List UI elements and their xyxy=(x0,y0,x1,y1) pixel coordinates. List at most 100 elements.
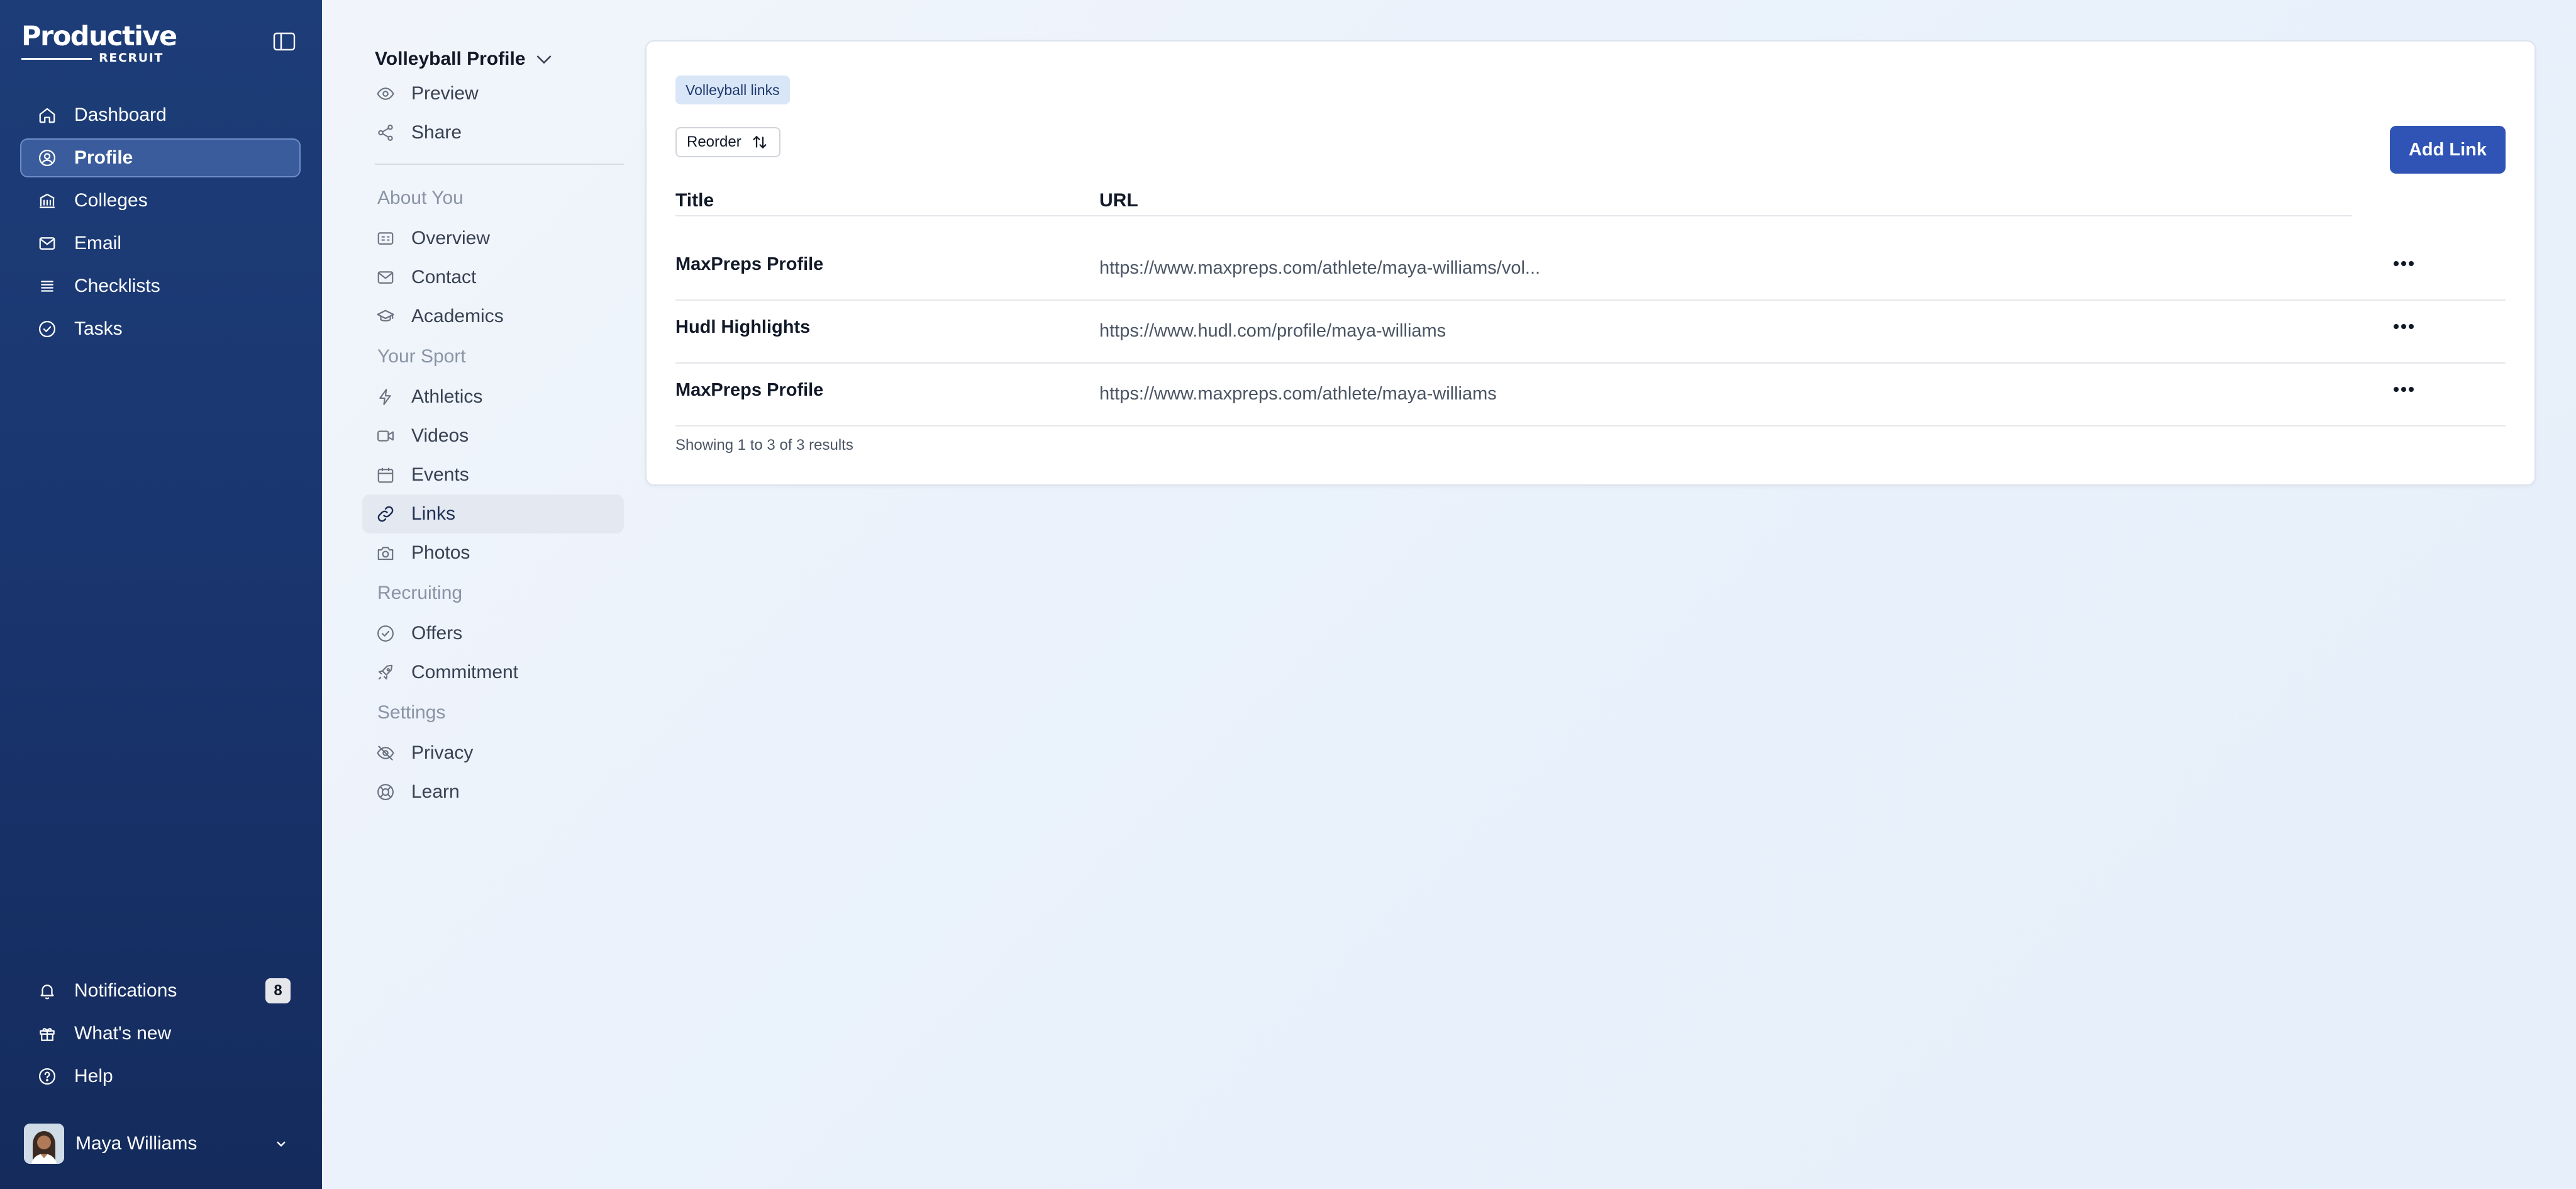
subnav-item-label: Preview xyxy=(411,83,479,104)
section-tag: Volleyball links xyxy=(675,75,790,104)
profile-selector[interactable]: Volleyball Profile xyxy=(362,44,624,74)
link-icon xyxy=(376,505,395,523)
subnav-item-label: Links xyxy=(411,503,456,524)
sidebar-item-tasks[interactable]: Tasks xyxy=(20,310,301,349)
avatar xyxy=(24,1124,64,1164)
reorder-button[interactable]: Reorder xyxy=(675,127,780,157)
logo[interactable]: Productive RECRUIT xyxy=(21,21,177,65)
sidebar-item-label: Profile xyxy=(74,147,133,168)
rocket-icon xyxy=(376,663,395,682)
subnav-item-label: Offers xyxy=(411,623,463,644)
section-heading: Recruiting xyxy=(377,583,463,603)
share-icon xyxy=(376,123,395,142)
subnav-item-learn[interactable]: Learn xyxy=(362,773,624,812)
table-header-divider xyxy=(675,215,2352,216)
subnav-item-label: Overview xyxy=(411,228,491,248)
sidebar-item-help[interactable]: Help xyxy=(20,1057,301,1096)
link-url[interactable]: https://www.maxpreps.com/athlete/maya-wi… xyxy=(1099,384,1497,405)
sidebar-item-label: Checklists xyxy=(74,276,160,296)
secondary-nav: Notifications 8 What's new Help xyxy=(20,971,301,1100)
sidebar-toggle-icon[interactable] xyxy=(273,31,296,52)
sidebar-item-label: Dashboard xyxy=(74,104,167,125)
subnav-item-privacy[interactable]: Privacy xyxy=(362,734,624,773)
row-divider xyxy=(675,425,2506,427)
sidebar-item-checklists[interactable]: Checklists xyxy=(20,267,301,306)
id-card-icon xyxy=(376,229,395,248)
subnav-item-videos[interactable]: Videos xyxy=(362,416,624,455)
table-row: MaxPreps Profile https://www.maxpreps.co… xyxy=(675,364,2506,427)
sidebar-item-notifications[interactable]: Notifications 8 xyxy=(20,971,301,1010)
sidebar-item-label: Email xyxy=(74,233,122,254)
sidebar-item-whats-new[interactable]: What's new xyxy=(20,1014,301,1053)
check-circle-icon xyxy=(38,320,57,338)
subnav-item-commitment[interactable]: Commitment xyxy=(362,653,624,692)
subnav-item-label: Commitment xyxy=(411,662,519,683)
reorder-label: Reorder xyxy=(687,133,741,150)
camera-icon xyxy=(376,544,395,562)
home-icon xyxy=(38,106,57,125)
link-title: Hudl Highlights xyxy=(675,317,811,337)
more-options-icon[interactable] xyxy=(2389,316,2419,337)
subnav-item-label: Learn xyxy=(411,781,460,802)
section-heading: Settings xyxy=(377,702,446,723)
bolt-icon xyxy=(376,388,395,406)
subnav-item-preview[interactable]: Preview xyxy=(362,74,624,113)
chevron-down-icon xyxy=(273,1136,289,1152)
add-link-button[interactable]: Add Link xyxy=(2390,126,2506,174)
subnav-item-share[interactable]: Share xyxy=(362,113,624,152)
subnav-item-label: Share xyxy=(411,122,462,143)
column-header-title: Title xyxy=(675,190,714,211)
link-title: MaxPreps Profile xyxy=(675,254,824,274)
main-nav: Dashboard Profile Colleges Email Checkli… xyxy=(20,96,301,352)
subnav-item-label: Privacy xyxy=(411,742,474,763)
gift-icon xyxy=(38,1024,57,1043)
sidebar-item-label: Notifications xyxy=(74,980,177,1001)
help-circle-icon xyxy=(38,1067,57,1086)
lifebuoy-icon xyxy=(376,783,395,801)
sidebar-item-dashboard[interactable]: Dashboard xyxy=(20,96,301,135)
notification-count-badge: 8 xyxy=(265,978,291,1003)
sidebar-item-colleges[interactable]: Colleges xyxy=(20,181,301,220)
subnav-item-photos[interactable]: Photos xyxy=(362,533,624,572)
sidebar-item-label: Tasks xyxy=(74,318,123,339)
table-row: Hudl Highlights https://www.hudl.com/pro… xyxy=(675,301,2506,364)
calendar-icon xyxy=(376,466,395,484)
logo-text: Productive xyxy=(21,21,177,52)
more-options-icon[interactable] xyxy=(2389,379,2419,400)
subnav-item-events[interactable]: Events xyxy=(362,455,624,494)
subnav-item-label: Videos xyxy=(411,425,469,446)
graduation-cap-icon xyxy=(376,307,395,326)
profile-selector-label: Volleyball Profile xyxy=(375,48,526,69)
sort-arrows-icon xyxy=(750,133,769,152)
mail-icon xyxy=(376,268,395,287)
section-heading: About You xyxy=(377,187,464,208)
more-options-icon[interactable] xyxy=(2389,253,2419,274)
sidebar-item-profile[interactable]: Profile xyxy=(20,138,301,177)
user-menu[interactable]: Maya Williams xyxy=(24,1124,296,1164)
subnav-divider xyxy=(375,164,624,165)
subnav-item-overview[interactable]: Overview xyxy=(362,219,624,258)
sidebar-item-label: What's new xyxy=(74,1023,172,1044)
eye-icon xyxy=(376,84,395,103)
sidebar-item-email[interactable]: Email xyxy=(20,224,301,263)
link-url[interactable]: https://www.maxpreps.com/athlete/maya-wi… xyxy=(1099,258,1540,279)
list-icon xyxy=(38,277,57,296)
subnav-item-offers[interactable]: Offers xyxy=(362,614,624,653)
link-url[interactable]: https://www.hudl.com/profile/maya-willia… xyxy=(1099,321,1446,342)
section-heading: Your Sport xyxy=(377,346,466,367)
column-header-url: URL xyxy=(1099,190,1138,211)
mail-icon xyxy=(38,234,57,253)
subnav-item-academics[interactable]: Academics xyxy=(362,297,624,336)
app-sidebar: Productive RECRUIT Dashboard Profile Col… xyxy=(0,0,322,1189)
sidebar-item-label: Colleges xyxy=(74,190,148,211)
subnav-item-athletics[interactable]: Athletics xyxy=(362,377,624,416)
subnav-item-links[interactable]: Links xyxy=(362,494,624,533)
results-count: Showing 1 to 3 of 3 results xyxy=(675,437,853,454)
link-title: MaxPreps Profile xyxy=(675,380,824,400)
subnav-item-label: Academics xyxy=(411,306,504,327)
subnav-item-contact[interactable]: Contact xyxy=(362,258,624,297)
video-icon xyxy=(376,427,395,445)
user-circle-icon xyxy=(38,148,57,167)
subnav-item-label: Contact xyxy=(411,267,477,287)
logo-subtext: RECRUIT xyxy=(99,51,164,65)
